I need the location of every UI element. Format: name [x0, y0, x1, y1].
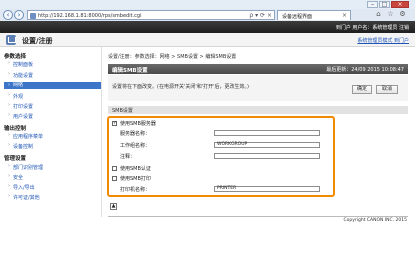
sidebar-section-management: 管理设置: [4, 156, 27, 162]
browser-tab[interactable]: 设备远程界面 ×: [277, 10, 351, 20]
settings-home-icon: [6, 35, 16, 45]
sidebar-section-output-control: 输出控制: [4, 126, 27, 132]
settings-gear-icon[interactable]: ⚙: [398, 10, 407, 19]
sidebar: 参数选择 控制面板 功能设置 网络 外观 打印设置 用户设置 输出控制 应用程序…: [0, 47, 102, 217]
use-smb-server-checkbox[interactable]: [112, 120, 117, 126]
last-updated-timestamp: 最后更新：24/09 2015 10:08:47: [326, 67, 404, 73]
use-smb-server-label: 使用SMB服务器: [120, 121, 156, 127]
sidebar-item-function-settings[interactable]: 功能设置: [8, 71, 98, 79]
footer-divider: [108, 216, 408, 217]
address-bar[interactable]: http://192.168.1.81:8000/rps/smbedit.cgi…: [27, 10, 275, 20]
workgroup-name-label: 工作组名称：: [120, 143, 151, 149]
cancel-button[interactable]: 取消: [376, 85, 398, 94]
comment-field[interactable]: [214, 153, 320, 159]
sidebar-item-security[interactable]: 安全: [8, 173, 98, 181]
sidebar-item-control-panel[interactable]: 控制面板: [8, 60, 98, 68]
edit-header: 编辑SMB设置 最后更新：24/09 2015 10:08:47: [108, 64, 408, 74]
sidebar-item-user-settings[interactable]: 用户设置: [8, 112, 98, 120]
breadcrumb: 设置/注册：参数选择：网络 > SMB设置 > 编辑SMB设置: [108, 54, 237, 60]
back-arrow-icon[interactable]: ‹: [3, 10, 13, 20]
close-window-button[interactable]: ×: [391, 1, 409, 8]
comment-label: 注释：: [120, 154, 136, 160]
tab-close-icon[interactable]: ×: [342, 12, 347, 19]
edit-header-title: 编辑SMB设置: [112, 68, 148, 74]
sidebar-item-network[interactable]: 网络: [4, 82, 101, 89]
home-icon[interactable]: ⌂: [374, 10, 383, 19]
window-titlebar: – □ ×: [0, 0, 415, 9]
printer-name-field[interactable]: PRINTER: [214, 186, 320, 192]
minimize-button[interactable]: –: [367, 1, 378, 8]
sidebar-item-print-settings[interactable]: 打印设置: [8, 102, 98, 110]
sidebar-item-import-export[interactable]: 导入/导出: [8, 183, 98, 191]
sidebar-item-app-menu[interactable]: 应用程序菜单: [8, 132, 98, 140]
favorites-star-icon[interactable]: ☆: [386, 10, 395, 19]
server-name-field[interactable]: [214, 130, 320, 136]
printer-name-label: 打印机名称：: [120, 187, 151, 193]
workgroup-name-field[interactable]: WORKGROUP: [214, 142, 320, 148]
mode-portal-link[interactable]: 系统管理员模式 到门户: [357, 37, 409, 44]
maximize-button[interactable]: □: [379, 1, 390, 8]
server-name-label: 服务器名称：: [120, 131, 151, 137]
app-header: 到门户 用户名：系统管理员 注销: [0, 21, 415, 33]
forward-arrow-icon[interactable]: ›: [14, 10, 24, 20]
use-smb-auth-checkbox[interactable]: [112, 166, 117, 171]
use-smb-print-label: 使用SMB打印: [120, 176, 151, 182]
address-url[interactable]: http://192.168.1.81:8000/rps/smbedit.cgi: [38, 13, 141, 19]
sidebar-section-preferences: 参数选择: [4, 54, 27, 60]
sidebar-item-department-id[interactable]: 部门识别管理: [8, 163, 98, 171]
copyright-text: Copyright CANON INC. 2015: [343, 218, 408, 223]
ok-button[interactable]: 确定: [352, 85, 372, 94]
sidebar-item-license-other[interactable]: 许可证/其他: [8, 193, 98, 201]
page-favicon-icon: [30, 13, 36, 19]
sidebar-item-device-control[interactable]: 设备控制: [8, 142, 98, 150]
sidebar-item-appearance[interactable]: 外观: [8, 92, 98, 100]
screen: – □ × ‹ › http://192.168.1.81:8000/rps/s…: [0, 0, 415, 280]
browser-nav-row: ‹ › http://192.168.1.81:8000/rps/smbedit…: [0, 9, 415, 21]
address-tools[interactable]: ρ ▾ ⟳ ×: [249, 12, 272, 19]
section-title: SMB设置: [112, 108, 133, 114]
use-smb-print-checkbox[interactable]: [112, 176, 117, 181]
tab-title: 设备远程界面: [282, 14, 313, 20]
use-smb-auth-label: 使用SMB认证: [120, 166, 151, 172]
page-title: 设置/注册: [22, 37, 53, 45]
section-header: SMB设置: [108, 106, 408, 114]
user-info-links[interactable]: 到门户 用户名：系统管理员 注销: [336, 24, 409, 31]
page-title-bar: 设置/注册 系统管理员模式 到门户: [0, 33, 415, 47]
instruction-text: 设置将在下面改变。(在电源开关'关闭'和'打开'后，更改生效。): [112, 84, 249, 90]
top-arrow-icon[interactable]: ▲: [110, 203, 117, 210]
